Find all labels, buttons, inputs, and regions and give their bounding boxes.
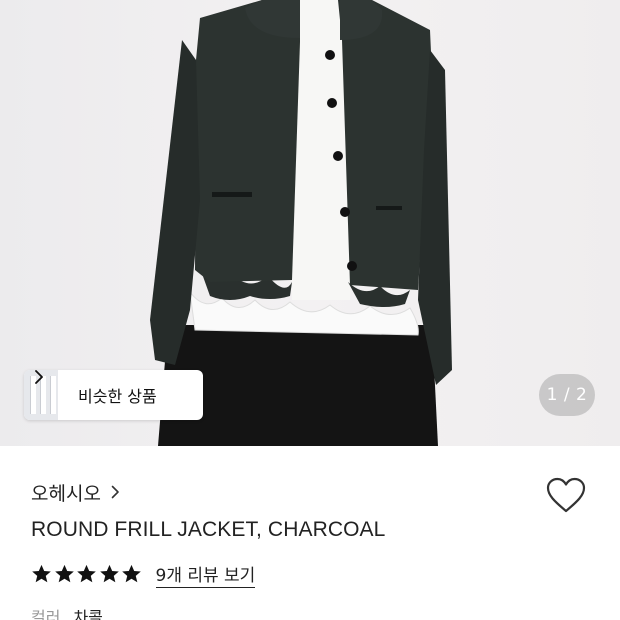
chevron-right-icon bbox=[35, 370, 43, 384]
star-icon bbox=[54, 564, 74, 583]
brand-link[interactable]: 오헤시오 bbox=[31, 479, 120, 505]
star-icon bbox=[77, 564, 96, 583]
similar-products-button[interactable]: 비슷한 상품 bbox=[24, 370, 203, 420]
color-label: 컬러 bbox=[31, 608, 61, 620]
product-image[interactable]: 비슷한 상품 1 / 2 bbox=[0, 0, 620, 446]
rating-row: 9개 리뷰 보기 bbox=[31, 561, 256, 588]
product-title: ROUND FRILL JACKET, CHARCOAL bbox=[31, 518, 386, 541]
brand-name: 오헤시오 bbox=[31, 482, 101, 505]
star-icon bbox=[99, 564, 119, 583]
chevron-right-icon bbox=[111, 485, 119, 499]
rating-stars bbox=[31, 564, 144, 584]
image-counter: 1 / 2 bbox=[539, 374, 595, 416]
similar-products-label: 비슷한 상품 bbox=[78, 387, 157, 406]
star-icon bbox=[32, 564, 51, 583]
star-icon bbox=[122, 564, 141, 583]
heart-outline-icon[interactable] bbox=[546, 477, 586, 515]
review-link[interactable]: 9개 리뷰 보기 bbox=[155, 561, 256, 588]
color-value: 차콜 bbox=[73, 608, 103, 620]
color-option-row: 컬러 차콜 bbox=[31, 604, 103, 620]
